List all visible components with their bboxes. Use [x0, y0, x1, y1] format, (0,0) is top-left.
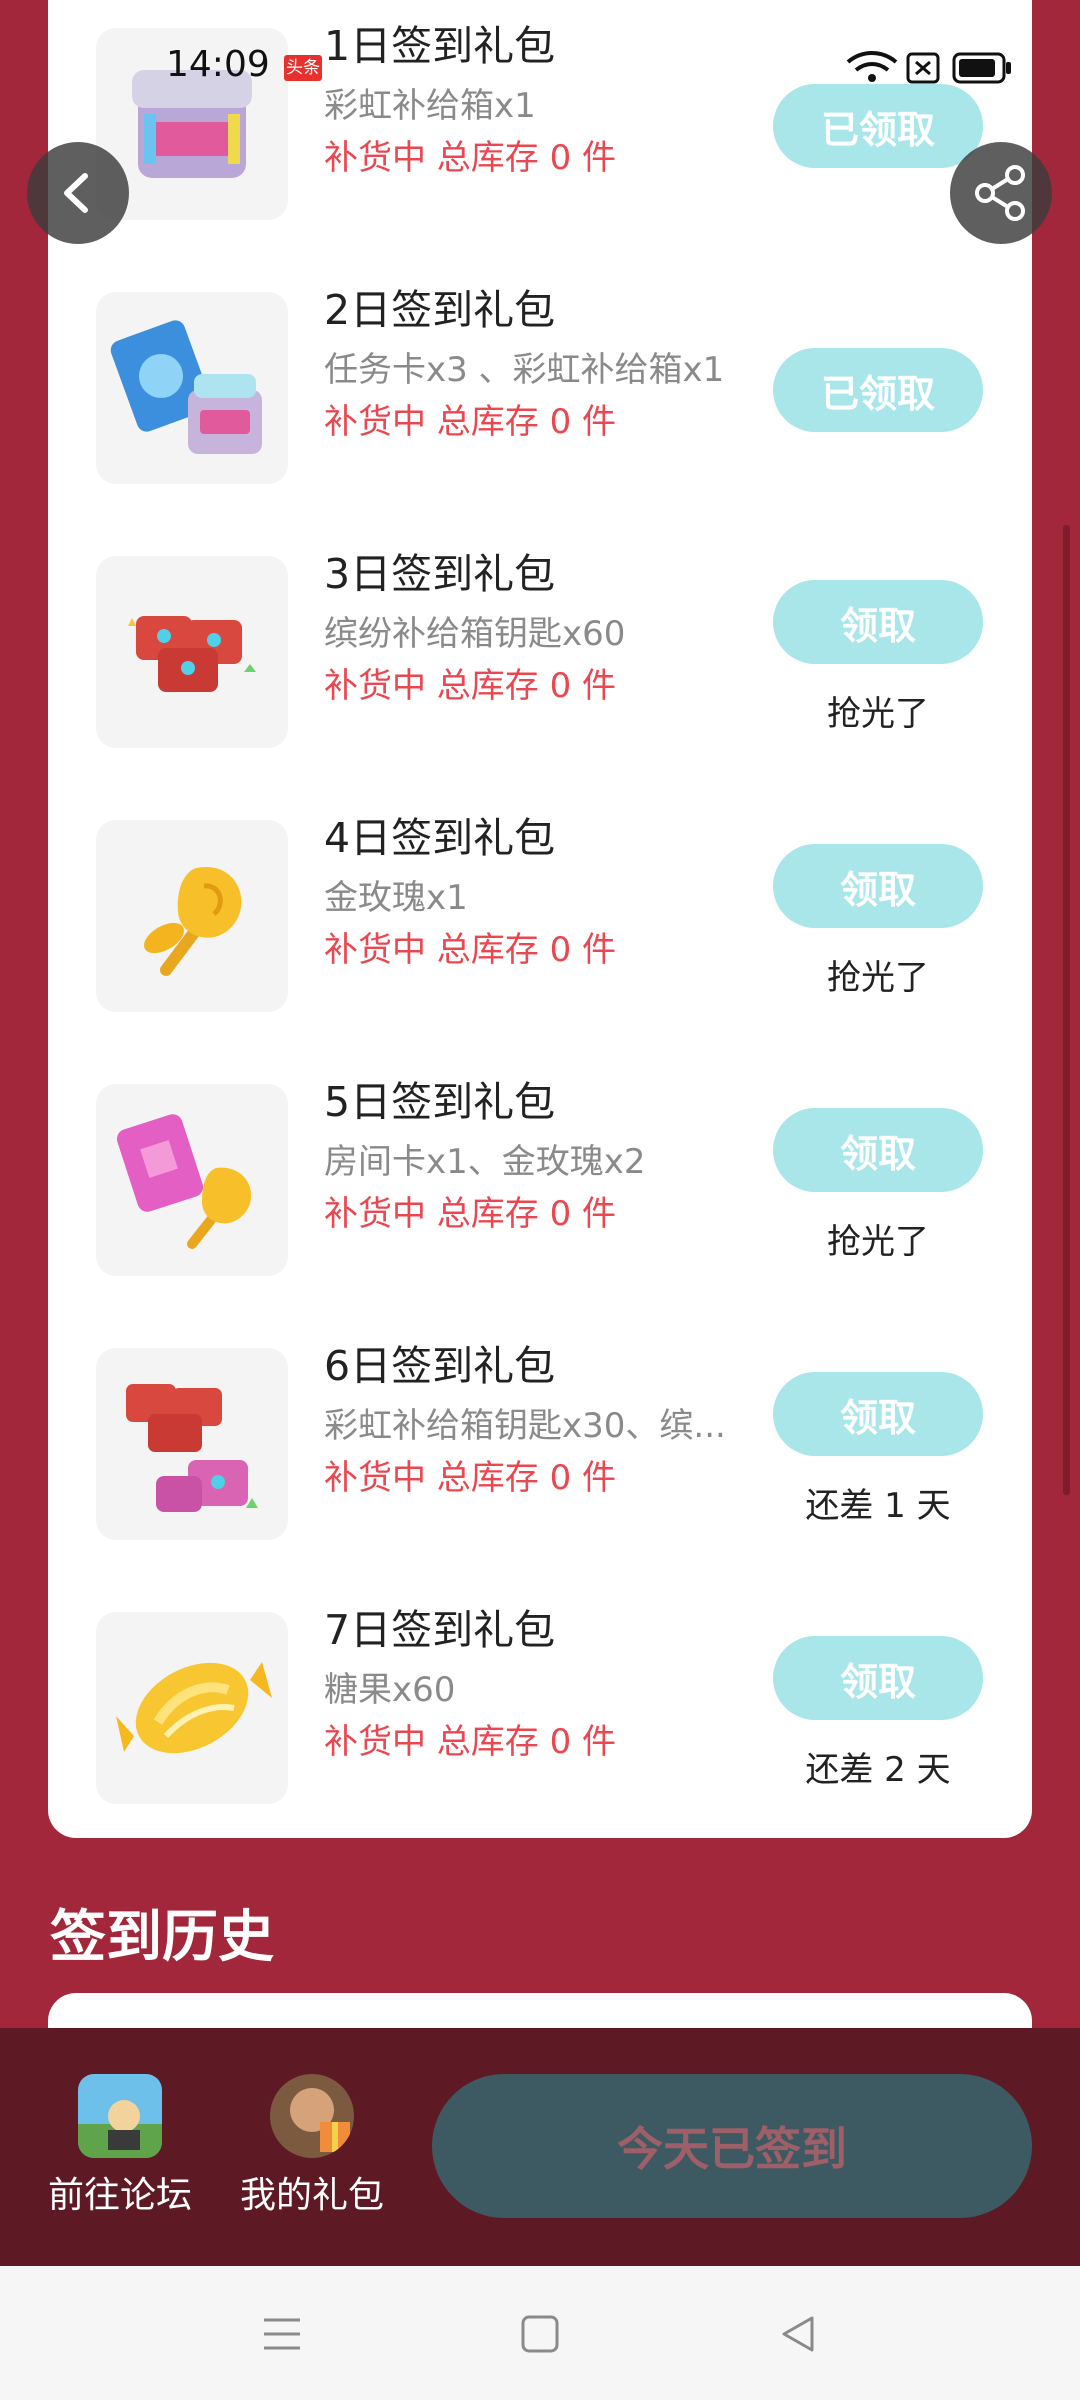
status-icons: [846, 48, 1016, 92]
claimed-button[interactable]: 已领取: [773, 84, 983, 168]
history-title: 签到历史: [50, 1905, 274, 1970]
share-button[interactable]: [950, 142, 1052, 244]
signed-today-button[interactable]: 今天已签到: [432, 2074, 1032, 2218]
gift-title: 3日签到礼包: [324, 550, 556, 598]
gift-items: 任务卡x3 、彩虹补给箱x1: [324, 350, 725, 390]
candy-icon: [96, 1612, 288, 1804]
gift-row-day-6: 6日签到礼包 彩虹补给箱钥匙x30、缤... 补货中 总库存 0 件 领取 还差…: [48, 1320, 1032, 1584]
gift-items: 房间卡x1、金玫瑰x2: [324, 1142, 646, 1182]
chevron-left-icon: [64, 173, 88, 213]
forum-label[interactable]: 前往论坛: [48, 2166, 192, 2218]
days-remaining-note: 还差 1 天: [805, 1486, 951, 1526]
gift-stock: 补货中 总库存 0 件: [324, 402, 617, 442]
sold-out-note: 抢光了: [827, 958, 929, 998]
gift-title: 4日签到礼包: [324, 814, 556, 862]
golden-rose-icon: [96, 820, 288, 1012]
task-card-and-supply-box-icon: [96, 292, 288, 484]
status-time: 14:09: [166, 44, 270, 85]
gift-stock: 补货中 总库存 0 件: [324, 930, 617, 970]
gift-stock: 补货中 总库存 0 件: [324, 1722, 617, 1762]
gift-row-day-7: 7日签到礼包 糖果x60 补货中 总库存 0 件 领取 还差 2 天: [48, 1584, 1032, 1848]
gift-stock: 补货中 总库存 0 件: [324, 1194, 617, 1234]
gift-stock: 补货中 总库存 0 件: [324, 666, 617, 706]
supply-box-keys-icon: [96, 556, 288, 748]
gift-row-day-5: 5日签到礼包 房间卡x1、金玫瑰x2 补货中 总库存 0 件 领取 抢光了: [48, 1056, 1032, 1320]
gift-title: 2日签到礼包: [324, 286, 556, 334]
gift-title: 5日签到礼包: [324, 1078, 556, 1126]
gift-items: 缤纷补给箱钥匙x60: [324, 614, 626, 654]
battery-icon: [952, 52, 1011, 84]
claim-button[interactable]: 领取: [773, 580, 983, 664]
days-remaining-note: 还差 2 天: [805, 1750, 951, 1790]
scrollbar[interactable]: [1063, 525, 1070, 1495]
gift-stock: 补货中 总库存 0 件: [324, 1458, 617, 1498]
menu-icon[interactable]: [262, 2314, 302, 2354]
claimed-button[interactable]: 已领取: [773, 348, 983, 432]
gift-items: 彩虹补给箱x1: [324, 86, 536, 126]
claim-button[interactable]: 领取: [773, 1108, 983, 1192]
claim-button[interactable]: 领取: [773, 1372, 983, 1456]
gift-title: 7日签到礼包: [324, 1606, 556, 1654]
gift-stock: 补货中 总库存 0 件: [324, 138, 617, 178]
system-nav-bar: [0, 2266, 1080, 2400]
claim-button[interactable]: 领取: [773, 844, 983, 928]
no-sim-icon: [906, 52, 940, 84]
gift-items: 金玫瑰x1: [324, 878, 468, 918]
sold-out-note: 抢光了: [827, 1222, 929, 1262]
home-icon[interactable]: [520, 2314, 560, 2354]
gift-row-day-1: 1日签到礼包 彩虹补给箱x1 补货中 总库存 0 件 已领取: [48, 0, 1032, 264]
gift-row-day-3: 3日签到礼包 缤纷补给箱钥匙x60 补货中 总库存 0 件 领取 抢光了: [48, 528, 1032, 792]
gift-title: 1日签到礼包: [324, 22, 556, 70]
my-gifts-label[interactable]: 我的礼包: [240, 2166, 384, 2218]
gift-items: 彩虹补给箱钥匙x30、缤...: [324, 1406, 726, 1446]
gift-items: 糖果x60: [324, 1670, 456, 1710]
back-triangle-icon[interactable]: [778, 2314, 818, 2354]
back-button[interactable]: [27, 142, 129, 244]
gift-row-day-4: 4日签到礼包 金玫瑰x1 补货中 总库存 0 件 领取 抢光了: [48, 792, 1032, 1056]
gift-row-day-2: 2日签到礼包 任务卡x3 、彩虹补给箱x1 补货中 总库存 0 件 已领取: [48, 264, 1032, 528]
keys-bundle-icon: [96, 1348, 288, 1540]
gift-title: 6日签到礼包: [324, 1342, 556, 1390]
wifi-icon: [846, 51, 898, 82]
news-app-badge: 头条: [284, 55, 322, 81]
claim-button[interactable]: 领取: [773, 1636, 983, 1720]
sold-out-note: 抢光了: [827, 694, 929, 734]
room-card-and-rose-icon: [96, 1084, 288, 1276]
bottom-action-bar: 前往论坛 我的礼包 今天已签到: [0, 2028, 1080, 2266]
forum-app-icon[interactable]: [78, 2074, 162, 2158]
share-icon: [975, 165, 1025, 221]
my-gifts-avatar[interactable]: [270, 2074, 354, 2158]
